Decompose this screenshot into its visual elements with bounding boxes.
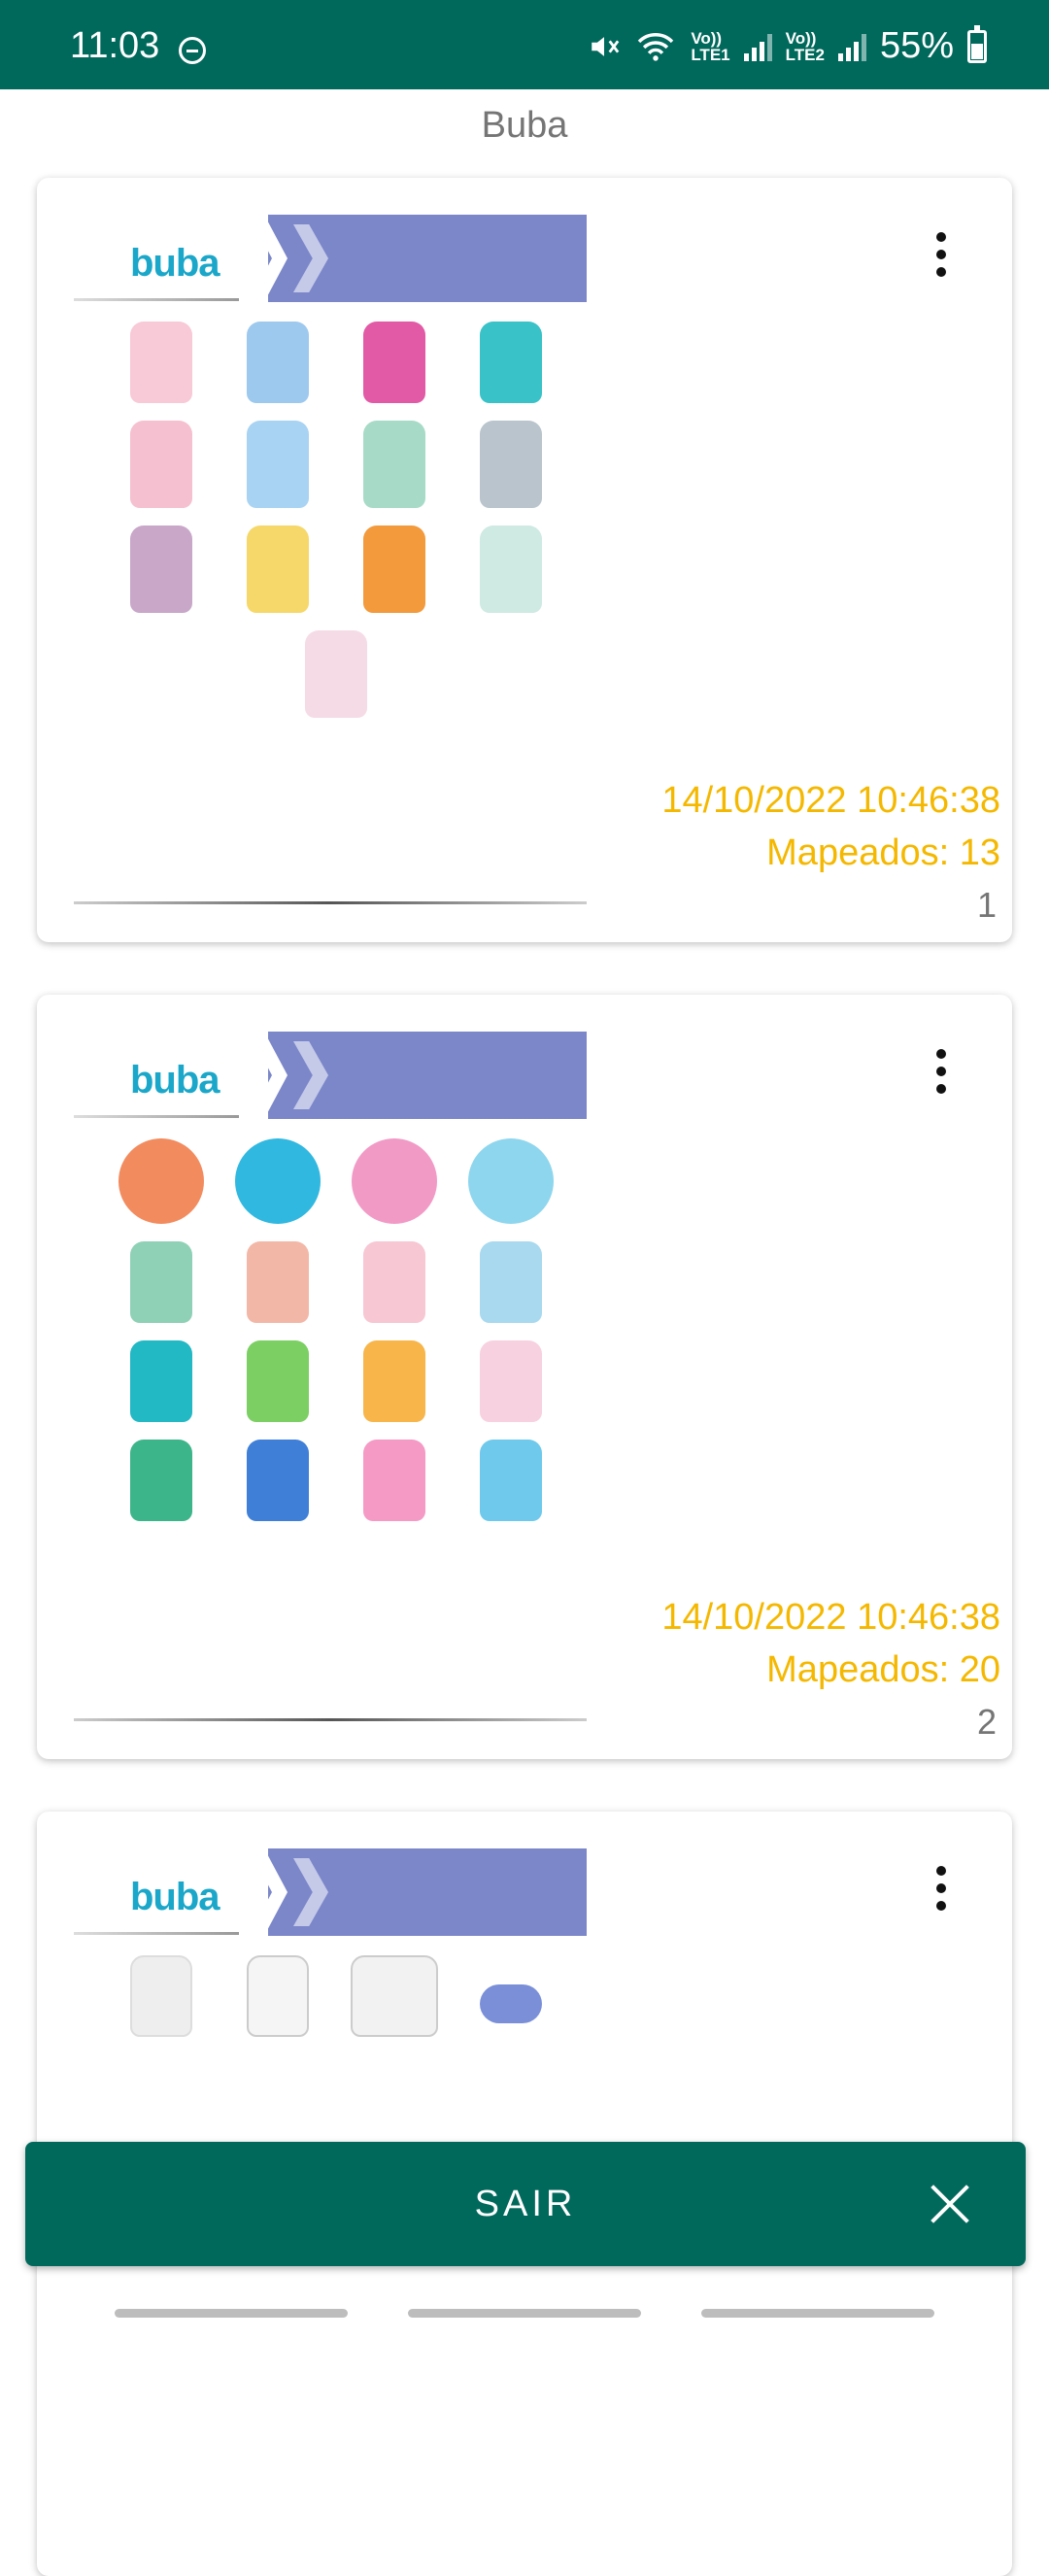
more-options-icon[interactable] xyxy=(936,1866,948,1913)
catalog-card[interactable]: buba 14/10/2022 10:46:38 Mapeados: 20 2 xyxy=(37,995,1012,1759)
exit-button[interactable]: SAIR xyxy=(25,2142,1026,2266)
system-nav-bar xyxy=(0,2292,1049,2331)
close-icon[interactable] xyxy=(929,2183,971,2225)
battery-icon xyxy=(967,24,987,63)
card-page-number: 2 xyxy=(976,1702,997,1742)
status-bar: 11:03 Vo)) LTE1 Vo)) LTE2 55% xyxy=(0,0,1049,89)
more-options-icon[interactable] xyxy=(936,232,948,279)
thumbnail-header: buba xyxy=(74,215,587,308)
mute-icon xyxy=(592,36,620,56)
product-grid xyxy=(113,1955,559,2037)
card-date: 14/10/2022 10:46:38 xyxy=(661,780,1000,821)
nav-recents[interactable] xyxy=(115,2309,348,2318)
card-page-number: 1 xyxy=(976,885,997,925)
nav-home[interactable] xyxy=(408,2309,641,2318)
network-2: Vo)) LTE2 xyxy=(785,28,825,64)
status-time: 11:03 xyxy=(70,25,160,66)
signal-icon xyxy=(837,32,866,61)
page-title: Buba xyxy=(481,105,568,146)
card-date: 14/10/2022 10:46:38 xyxy=(661,1597,1000,1638)
product-grid xyxy=(113,322,559,718)
battery-percent: 55% xyxy=(879,25,954,66)
brand-logo: buba xyxy=(130,242,220,285)
status-icons: Vo)) LTE1 Vo)) LTE2 55% xyxy=(588,24,987,67)
wifi-icon xyxy=(638,32,674,61)
thumbnail-header: buba xyxy=(74,1032,587,1125)
product-grid xyxy=(113,1138,559,1521)
catalog-page-thumbnail[interactable]: buba xyxy=(74,1032,587,1721)
brand-logo: buba xyxy=(130,1876,220,1918)
catalog-card[interactable]: buba 14/10/2022 10:46:38 Mapeados: 13 1 xyxy=(37,178,1012,942)
catalog-page-thumbnail[interactable]: buba xyxy=(74,215,587,904)
thumbnail-header: buba xyxy=(74,1848,587,1942)
dnd-icon xyxy=(179,37,206,64)
card-mapped-count: Mapeados: 20 xyxy=(766,1649,1000,1690)
exit-label: SAIR xyxy=(474,2184,577,2224)
card-mapped-count: Mapeados: 13 xyxy=(766,832,1000,873)
nav-back[interactable] xyxy=(701,2309,934,2318)
network-1: Vo)) LTE1 xyxy=(691,28,730,64)
brand-logo: buba xyxy=(130,1059,220,1102)
more-options-icon[interactable] xyxy=(936,1049,948,1096)
signal-icon xyxy=(743,32,772,61)
